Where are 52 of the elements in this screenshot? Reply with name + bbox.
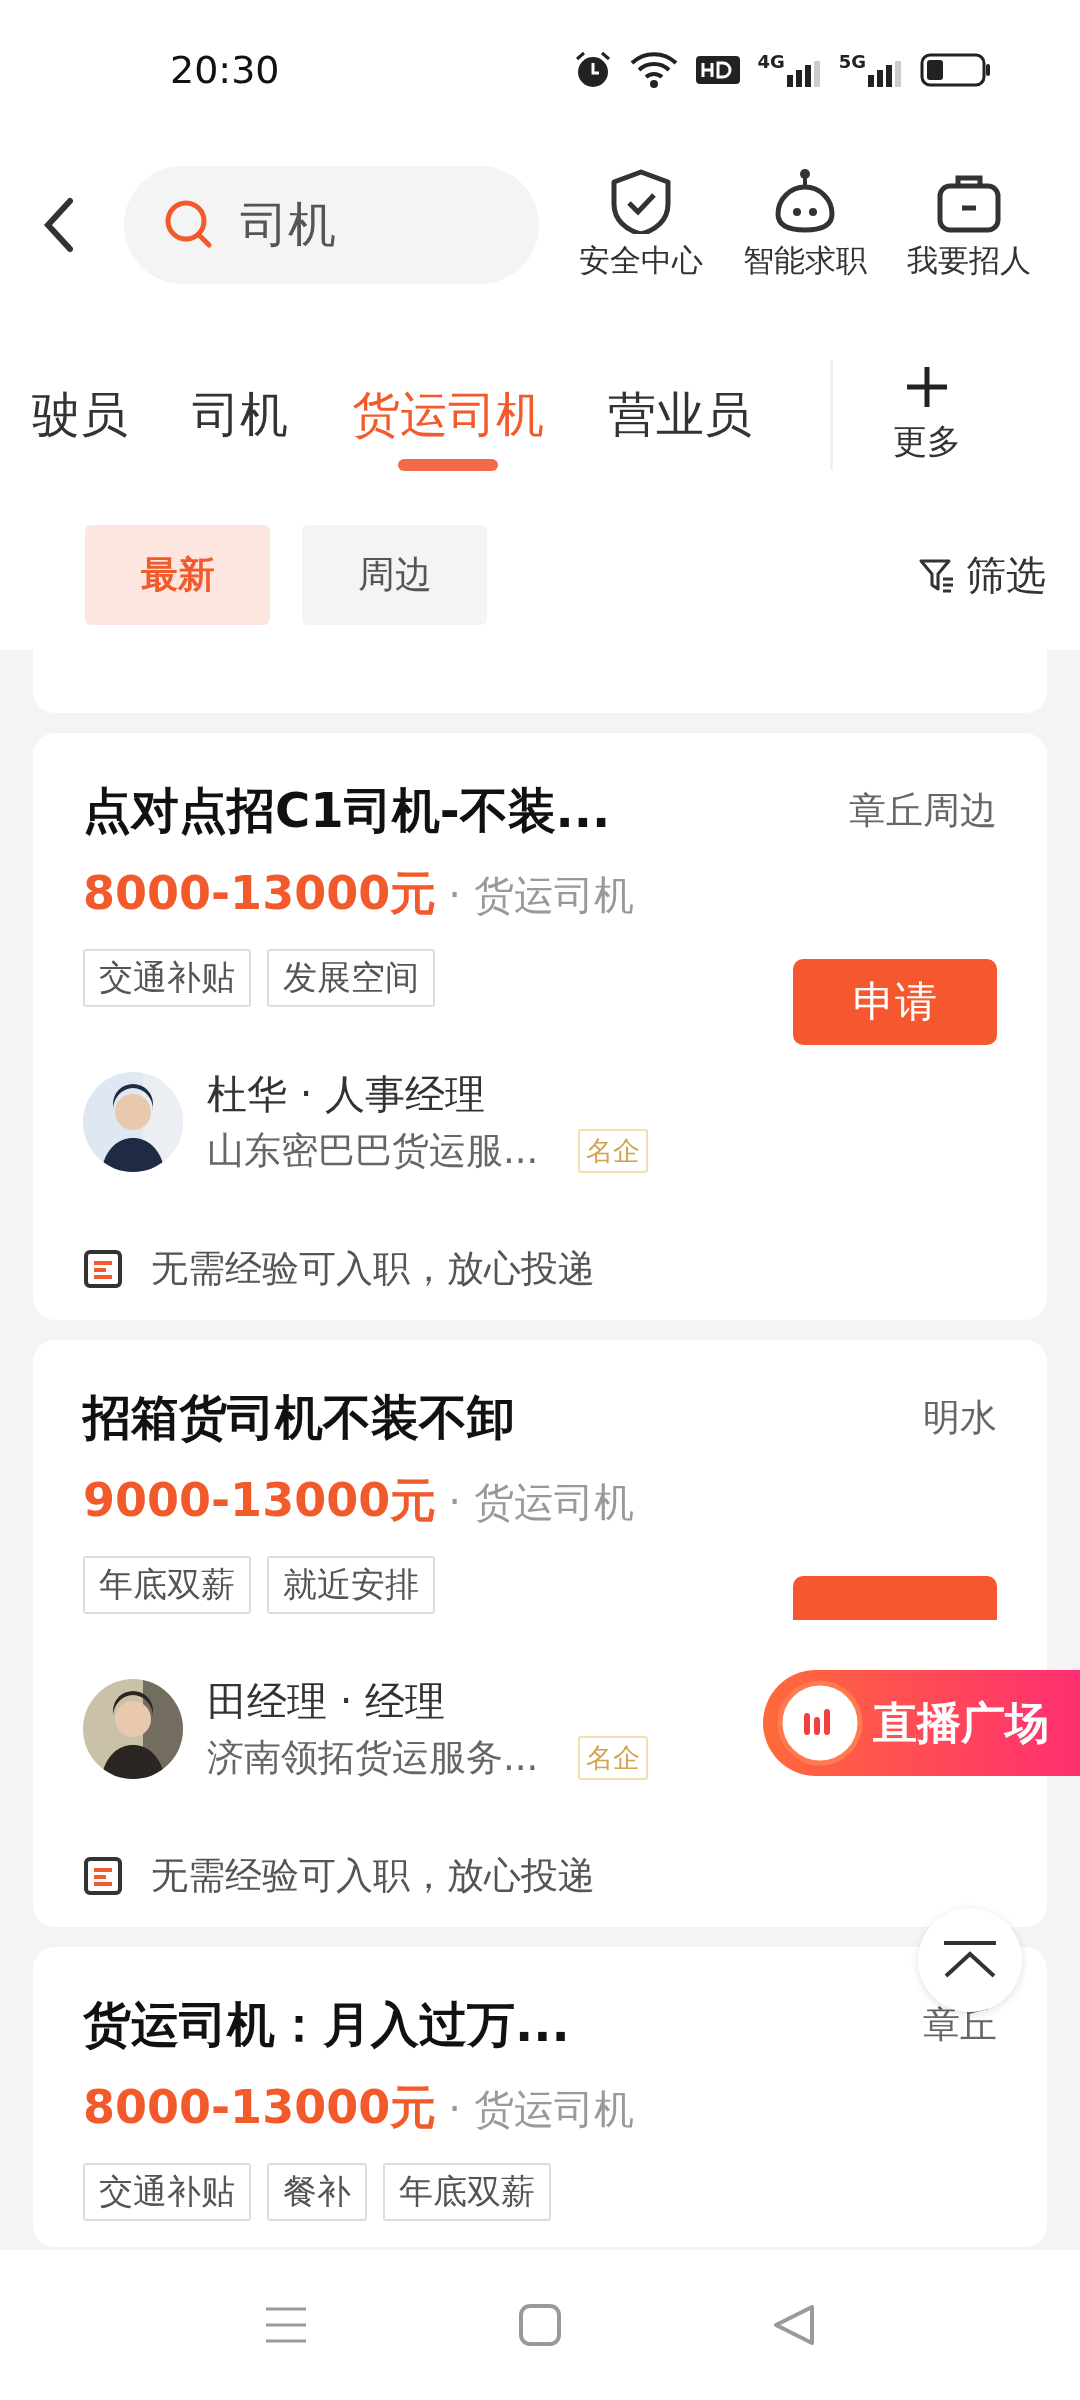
more-button[interactable]: 更多 [893, 365, 961, 465]
job-title: 货运司机：月入过万... [83, 1995, 571, 2054]
home-icon[interactable] [518, 2303, 562, 2347]
network-label: 5G [838, 53, 866, 71]
chart-bars-icon [777, 1680, 863, 1766]
benefit-tag: 发展空间 [267, 949, 435, 1007]
category-tab[interactable]: 司机 [192, 355, 288, 475]
document-icon [83, 1249, 123, 1289]
search-field[interactable]: 司机 [124, 166, 539, 284]
recruiter-name: 田经理 · 经理 [207, 1677, 447, 1726]
action-label[interactable]: 安全中心 [579, 240, 703, 282]
company-name: 济南领拓货运服务... [207, 1735, 539, 1781]
plus-icon [905, 365, 949, 409]
document-icon [83, 1856, 123, 1896]
signal-icon [868, 61, 904, 87]
job-location: 章丘周边 [849, 788, 997, 834]
action-label[interactable]: 我要招人 [907, 240, 1031, 282]
job-category: · 货运司机 [448, 871, 634, 920]
filter-button[interactable]: 筛选 [918, 547, 1046, 603]
battery-icon [920, 53, 992, 87]
job-card[interactable]: 点对点招C1司机-不装... 章丘周边 8000-13000元 · 货运司机 交通补贴 发展空间 申请 杜华 · 人事经理 山东密巴巴货运服... 名企 无需经验可入职，放心投递 [33, 733, 1047, 1320]
category-tab[interactable]: 营业员 [608, 355, 752, 475]
company-badge: 名企 [578, 1129, 649, 1173]
benefit-tag: 就近安排 [267, 1556, 435, 1614]
benefit-tag: 年底双薪 [83, 1556, 251, 1614]
wifi-icon [629, 50, 680, 90]
signal-icon [786, 61, 823, 87]
benefit-tag: 餐补 [267, 2163, 367, 2221]
job-category: · 货运司机 [448, 1478, 634, 1527]
clock-time: 20:30 [170, 48, 280, 92]
salary: 8000-13000元 [83, 865, 437, 922]
category-tab[interactable]: 驶员 [32, 355, 128, 475]
chevron-up-icon [942, 1940, 998, 1980]
salary: 9000-13000元 [83, 1472, 437, 1529]
benefit-tag: 交通补贴 [83, 2163, 251, 2221]
salary: 8000-13000元 [83, 2079, 437, 2136]
company-name: 山东密巴巴货运服... [207, 1128, 539, 1174]
hd-icon [695, 53, 742, 87]
job-category: · 货运司机 [448, 2085, 634, 2134]
job-location: 明水 [923, 1395, 997, 1441]
sort-chip[interactable]: 周边 [302, 525, 487, 625]
network-label: 4G [757, 53, 785, 71]
company-badge: 名企 [578, 1736, 649, 1780]
action-label[interactable]: 智能求职 [743, 240, 867, 282]
job-title: 点对点招C1司机-不装... [83, 781, 612, 840]
note-text: 无需经验可入职，放心投递 [151, 1853, 595, 1899]
benefit-tag: 年底双薪 [383, 2163, 551, 2221]
note-text: 无需经验可入职，放心投递 [151, 1246, 595, 1292]
benefit-tag: 交通补贴 [83, 949, 251, 1007]
job-title: 招箱货司机不装不卸 [83, 1388, 516, 1447]
menu-icon[interactable] [264, 2305, 308, 2345]
recruiter-name: 杜华 · 人事经理 [207, 1070, 487, 1119]
